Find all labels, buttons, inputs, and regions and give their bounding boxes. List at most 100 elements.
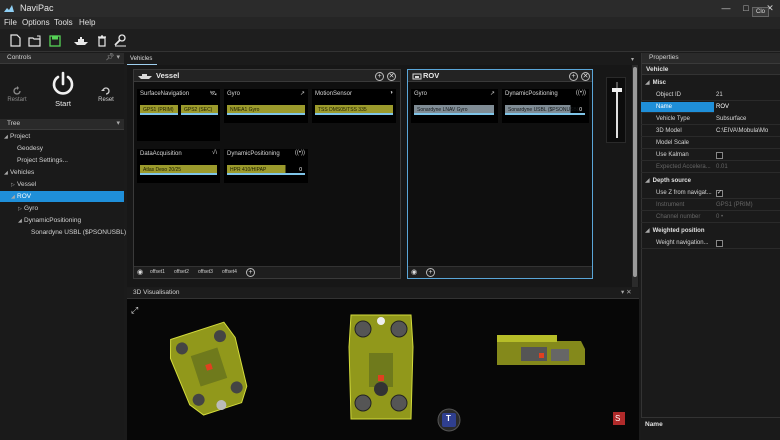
property-row[interactable]: Use Kalman: [641, 150, 780, 161]
open-folder-button[interactable]: [26, 32, 44, 49]
tree-item[interactable]: Project Settings...: [0, 155, 124, 166]
tree-item-label: ROV: [17, 193, 32, 200]
view-corner-label[interactable]: S: [615, 414, 620, 423]
menu-options[interactable]: Options: [22, 17, 50, 29]
sensor-surface-navigation[interactable]: SurfaceNavigation 🛰︎ GPS1 (PRIM) GPS2 (S…: [137, 89, 220, 141]
offset-item[interactable]: offset3: [198, 267, 213, 278]
sensor-gyro[interactable]: Gyro ↗ NMEA1 Gyro: [224, 89, 308, 123]
instrument-chip-label: Sonardyne USBL ($PSONUSBL): [508, 107, 582, 113]
remove-vehicle-button[interactable]: ✕: [581, 72, 590, 81]
pin-icon[interactable]: ▾: [116, 119, 120, 129]
gyro-icon: ↗: [489, 91, 495, 97]
instrument-chip[interactable]: Atlas Deso 20/25: [140, 165, 217, 175]
add-sensor-button[interactable]: +: [569, 72, 578, 81]
vertical-slider[interactable]: [606, 77, 626, 143]
collapse-arrow-icon[interactable]: ◢: [641, 80, 653, 86]
property-section-title: Misc: [652, 80, 666, 86]
property-section[interactable]: ◢ Misc: [641, 78, 780, 89]
pin-icon[interactable]: ▾ ✕: [621, 288, 632, 298]
start-button[interactable]: Start: [48, 99, 78, 108]
restart-button[interactable]: Restart: [2, 97, 32, 103]
power-icon[interactable]: [50, 71, 76, 97]
sensor-dynamic-positioning[interactable]: DynamicPositioning ((•)) Sonardyne USBL …: [502, 89, 589, 123]
delete-button[interactable]: [93, 32, 111, 49]
tab-vehicles[interactable]: Vehicles: [127, 54, 157, 65]
tree-item[interactable]: Geodesy: [0, 143, 124, 154]
property-value[interactable]: C:\EIVA\Mobula\Mo: [716, 126, 768, 137]
tree-item[interactable]: ◢ ROV: [0, 191, 124, 202]
properties-header: Properties: [642, 53, 780, 64]
offset-item[interactable]: offset1: [150, 267, 165, 278]
sensor-dynamic-positioning[interactable]: DynamicPositioning ((•)) HPR 410/HIPAP 0: [224, 149, 308, 183]
signal-icon: ((•)): [294, 150, 305, 156]
property-row[interactable]: 3D Model C:\EIVA\Mobula\Mo: [641, 126, 780, 137]
property-section[interactable]: ◢ Depth source: [641, 176, 780, 187]
property-row[interactable]: Channel number 0 •: [641, 212, 780, 223]
sensor-title: Gyro: [414, 91, 428, 97]
tree-item[interactable]: Sonardyne USBL ($PSONUSBL): [0, 227, 126, 238]
sensor-title: DynamicPositioning: [505, 91, 558, 97]
menu-help[interactable]: Help: [79, 17, 95, 29]
add-sensor-button[interactable]: +: [375, 72, 384, 81]
property-row[interactable]: Weight navigation...: [641, 238, 780, 249]
property-value[interactable]: 0.01: [716, 162, 728, 173]
add-vessel-button[interactable]: [72, 32, 90, 49]
restart-icon[interactable]: [12, 86, 22, 96]
instrument-chip[interactable]: GPS1 (PRIM): [140, 105, 178, 115]
instrument-chip[interactable]: TSS DMS05/TSS 335: [315, 105, 393, 115]
add-offset-button[interactable]: +: [426, 268, 435, 277]
offset-item[interactable]: offset2: [174, 267, 189, 278]
menu-file[interactable]: File: [4, 17, 17, 29]
tab-dropdown-icon[interactable]: ▾: [631, 56, 634, 63]
instrument-chip[interactable]: Sonardyne USBL ($PSONUSBL) 0: [505, 105, 585, 115]
save-button[interactable]: [46, 32, 64, 49]
property-row[interactable]: Name ROV: [641, 102, 780, 113]
sensor-data-acquisition[interactable]: DataAcquisition √\ Atlas Deso 20/25: [137, 149, 220, 183]
slider-handle[interactable]: [612, 88, 622, 92]
instrument-value: 0: [579, 107, 582, 113]
property-value[interactable]: ROV: [714, 102, 780, 113]
viz-viewport[interactable]: ⤢ T S: [127, 299, 639, 440]
property-value[interactable]: GPS1 (PRIM): [716, 200, 753, 211]
remove-vehicle-button[interactable]: ✕: [387, 72, 396, 81]
instrument-chip[interactable]: Sonardyne LNAV Gyro: [414, 105, 494, 115]
property-value[interactable]: 0 •: [716, 212, 723, 223]
collapse-arrow-icon[interactable]: ◢: [641, 178, 653, 184]
view-orientation-button[interactable]: T: [446, 414, 451, 423]
property-checkbox[interactable]: ✓: [716, 190, 723, 197]
minimize-button[interactable]: —: [718, 2, 734, 14]
new-file-button[interactable]: [6, 32, 24, 49]
tree-item[interactable]: ◢ DynamicPositioning: [0, 215, 124, 226]
property-checkbox[interactable]: [716, 240, 723, 247]
fullscreen-icon[interactable]: ⤢: [131, 305, 138, 316]
tree-item[interactable]: ◢ Vehicles: [0, 167, 124, 178]
property-section[interactable]: ◢ Weighted position: [641, 226, 780, 237]
offset-item[interactable]: offset4: [222, 267, 237, 278]
property-value[interactable]: 21: [716, 90, 723, 101]
rov-icon: [412, 73, 422, 80]
property-row[interactable]: Use Z from navigat... ✓: [641, 188, 780, 199]
property-row[interactable]: Vehicle Type Subsurface: [641, 114, 780, 125]
instrument-chip[interactable]: HPR 410/HIPAP 0: [227, 165, 305, 175]
property-row[interactable]: Model Scale: [641, 138, 780, 149]
pin-icon[interactable]: 📌︎ ▾: [106, 53, 120, 63]
property-row[interactable]: Object ID 21: [641, 90, 780, 101]
property-value[interactable]: Subsurface: [716, 114, 746, 125]
sensor-motion[interactable]: MotionSensor ◑ TSS DMS05/TSS 335: [312, 89, 396, 123]
instrument-chip[interactable]: NMEA1 Gyro: [227, 105, 305, 115]
tree-item[interactable]: ▷ Gyro: [0, 203, 124, 214]
scrollbar-thumb[interactable]: [633, 67, 637, 277]
reset-button[interactable]: Reset: [91, 97, 121, 103]
collapse-arrow-icon[interactable]: ◢: [641, 228, 653, 234]
property-checkbox[interactable]: [716, 152, 723, 159]
sensor-gyro[interactable]: Gyro ↗ Sonardyne LNAV Gyro: [411, 89, 498, 123]
reset-icon[interactable]: [101, 86, 111, 96]
instrument-chip[interactable]: GPS2 (SEC): [181, 105, 218, 115]
tree-item[interactable]: ▷ Vessel: [0, 179, 124, 190]
property-row[interactable]: Instrument GPS1 (PRIM): [641, 200, 780, 211]
menu-tools[interactable]: Tools: [54, 17, 73, 29]
tree-item[interactable]: ◢ Project: [0, 131, 124, 142]
property-row[interactable]: Expected Accelera... 0.01: [641, 162, 780, 173]
settings-tool-button[interactable]: [111, 32, 129, 49]
add-offset-button[interactable]: +: [246, 268, 255, 277]
